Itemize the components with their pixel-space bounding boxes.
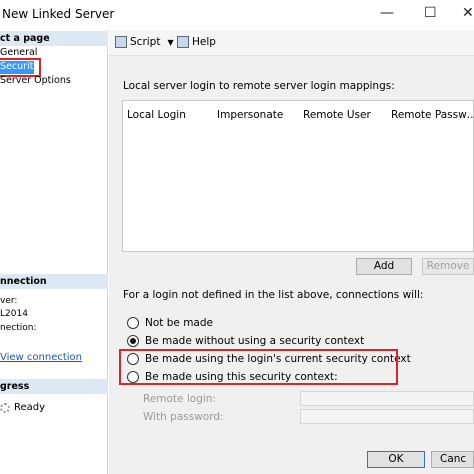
progress-spinner-icon: [0, 403, 10, 413]
page-item-label: Server Options: [0, 75, 71, 86]
window-title: New Linked Server: [2, 7, 115, 21]
remove-button[interactable]: Remove: [422, 258, 474, 275]
add-button[interactable]: Add: [356, 258, 412, 275]
help-label: Help: [192, 36, 216, 48]
select-page-header: ct a page: [0, 31, 108, 46]
column-header-local-login[interactable]: Local Login: [127, 109, 186, 121]
help-button[interactable]: Help: [177, 36, 216, 48]
script-label: Script: [130, 36, 161, 48]
password-input[interactable]: [300, 409, 474, 424]
server-value: L2014: [0, 309, 28, 319]
mappings-caption: Local server login to remote server logi…: [123, 80, 395, 92]
remote-login-label: Remote login:: [143, 393, 216, 405]
radio-button[interactable]: [127, 335, 139, 347]
password-label: With password:: [143, 411, 224, 423]
connections-caption: For a login not defined in the list abov…: [123, 289, 424, 301]
progress-status: Ready: [14, 402, 46, 413]
radio-not-be-made[interactable]: Not be made: [127, 317, 213, 329]
title-bar: New Linked Server — ☐ ✕: [0, 0, 474, 30]
column-header-remote-password[interactable]: Remote Passw…: [391, 109, 474, 121]
column-header-impersonate[interactable]: Impersonate: [217, 109, 283, 121]
remote-login-input[interactable]: [300, 391, 474, 406]
script-button[interactable]: Script ▼: [115, 36, 174, 48]
security-context-highlight-box: [119, 349, 398, 385]
column-header-remote-user[interactable]: Remote User: [303, 109, 371, 121]
radio-label: Not be made: [145, 317, 213, 329]
connection-header: nnection: [0, 274, 108, 289]
radio-label: Be made without using a security context: [145, 335, 365, 347]
page-item-general[interactable]: General: [0, 47, 37, 58]
cancel-button[interactable]: Canc: [431, 451, 474, 468]
view-connection-link[interactable]: View connection: [0, 352, 82, 363]
close-button[interactable]: ✕: [462, 5, 474, 21]
ok-button[interactable]: OK: [367, 451, 425, 468]
server-label: ver:: [0, 296, 18, 306]
maximize-button[interactable]: ☐: [424, 5, 437, 21]
radio-without-security-context[interactable]: Be made without using a security context: [127, 335, 364, 347]
progress-header: gress: [0, 379, 108, 394]
login-mappings-grid[interactable]: Local Login Impersonate Remote User Remo…: [122, 100, 474, 252]
radio-button[interactable]: [127, 317, 139, 329]
content-panel: [109, 30, 474, 474]
chevron-down-icon: ▼: [167, 37, 174, 47]
page-item-label: General: [0, 47, 38, 58]
connection-label: nection:: [0, 323, 37, 333]
page-item-server-options[interactable]: Server Options: [0, 75, 71, 86]
toolbar: Script ▼ Help: [109, 30, 474, 56]
help-icon: [177, 36, 189, 48]
minimize-button[interactable]: —: [380, 5, 394, 21]
script-icon: [115, 36, 127, 48]
